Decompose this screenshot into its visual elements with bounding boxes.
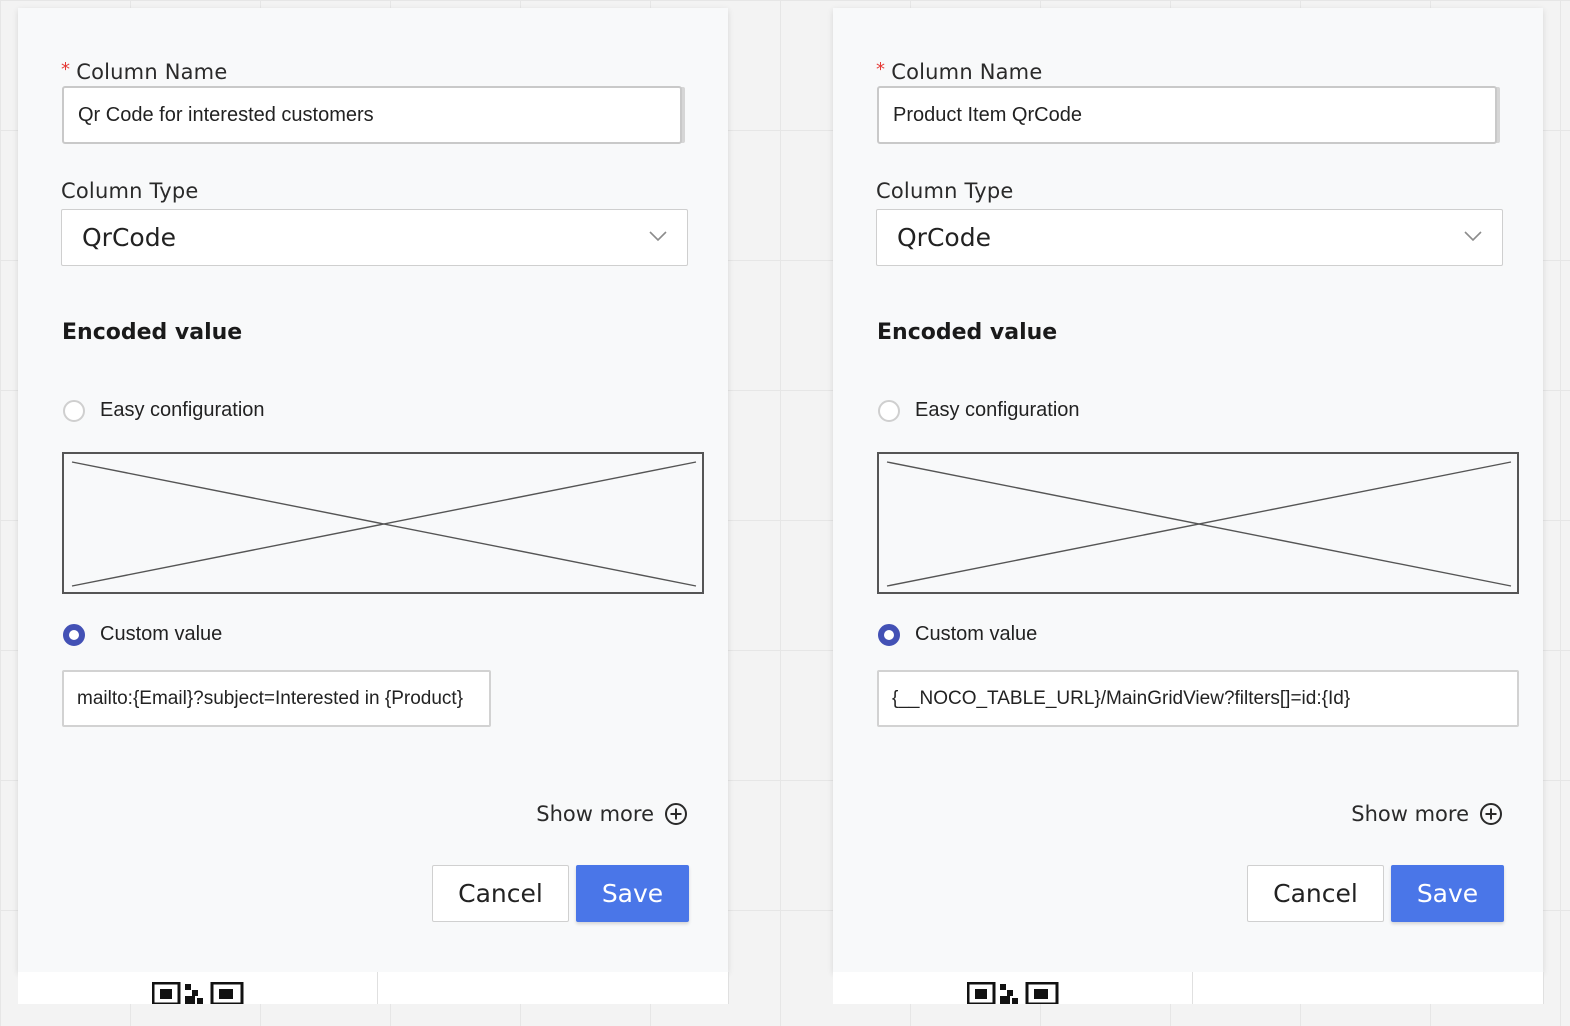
column-name-label-text: Column Name	[891, 60, 1043, 84]
column-type-select[interactable]: QrCode	[61, 209, 688, 266]
cancel-button[interactable]: Cancel	[1247, 865, 1384, 922]
save-button[interactable]: Save	[576, 865, 689, 922]
custom-value-label: Custom value	[915, 623, 1038, 645]
column-name-label: * Column Name	[61, 59, 228, 84]
easy-configuration-radio[interactable]	[63, 399, 85, 422]
custom-value-input[interactable]: mailto:{Email}?subject=Interested in {Pr…	[62, 670, 491, 727]
edit-column-panel-left: * Column Name Qr Code for interested cust…	[18, 8, 728, 972]
plus-circle-icon	[665, 803, 687, 825]
encoded-value-title: Encoded value	[877, 320, 1058, 345]
column-type-value: QrCode	[82, 223, 176, 252]
placeholder-cross-icon	[71, 461, 697, 587]
column-type-label: Column Type	[876, 179, 1014, 203]
easy-configuration-placeholder	[877, 452, 1519, 594]
column-type-select[interactable]: QrCode	[876, 209, 1503, 266]
cell-divider	[377, 972, 378, 1004]
custom-value-text: mailto:{Email}?subject=Interested in {Pr…	[77, 687, 464, 709]
custom-value-radio[interactable]	[63, 623, 85, 646]
custom-value-option[interactable]: Custom value	[878, 623, 1037, 646]
custom-value-radio[interactable]	[878, 623, 900, 646]
column-name-value: Qr Code for interested customers	[78, 103, 374, 126]
show-more-button[interactable]: Show more	[1351, 802, 1503, 826]
column-name-value: Product Item QrCode	[893, 103, 1082, 126]
placeholder-cross-icon	[886, 461, 1512, 587]
required-marker: *	[876, 59, 886, 80]
column-name-label: * Column Name	[876, 59, 1043, 84]
easy-configuration-option[interactable]: Easy configuration	[63, 399, 265, 422]
column-name-label-text: Column Name	[76, 60, 228, 84]
column-name-input[interactable]: Qr Code for interested customers	[62, 86, 682, 144]
save-button[interactable]: Save	[1391, 865, 1504, 922]
cancel-button[interactable]: Cancel	[432, 865, 569, 922]
column-type-label: Column Type	[61, 179, 199, 203]
plus-circle-icon	[1480, 803, 1502, 825]
easy-configuration-option[interactable]: Easy configuration	[878, 399, 1080, 422]
chevron-down-icon	[1464, 231, 1482, 242]
easy-configuration-label: Easy configuration	[915, 399, 1080, 421]
custom-value-label: Custom value	[100, 623, 223, 645]
easy-configuration-radio[interactable]	[878, 399, 900, 422]
encoded-value-title: Encoded value	[62, 320, 243, 345]
grid-row-strip-left	[18, 972, 729, 1004]
edit-column-panel-right: * Column Name Product Item QrCode Column …	[833, 8, 1543, 972]
cell-divider	[1192, 972, 1193, 1004]
custom-value-text: {__NOCO_TABLE_URL}/MainGridView?filters[…	[892, 687, 1351, 709]
easy-configuration-label: Easy configuration	[100, 399, 265, 421]
qr-code-icon[interactable]	[152, 982, 244, 1004]
column-name-input[interactable]: Product Item QrCode	[877, 86, 1497, 144]
custom-value-option[interactable]: Custom value	[63, 623, 222, 646]
grid-row-strip-right	[833, 972, 1544, 1004]
easy-configuration-placeholder	[62, 452, 704, 594]
qr-code-icon[interactable]	[967, 982, 1059, 1004]
required-marker: *	[61, 59, 71, 80]
show-more-button[interactable]: Show more	[536, 802, 688, 826]
chevron-down-icon	[649, 231, 667, 242]
show-more-label: Show more	[1351, 802, 1469, 826]
custom-value-input[interactable]: {__NOCO_TABLE_URL}/MainGridView?filters[…	[877, 670, 1519, 727]
column-type-value: QrCode	[897, 223, 991, 252]
show-more-label: Show more	[536, 802, 654, 826]
